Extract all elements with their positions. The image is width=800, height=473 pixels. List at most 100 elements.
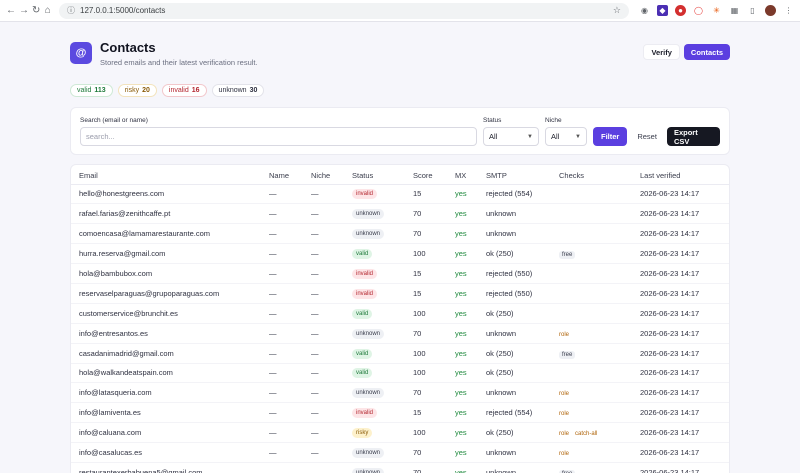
cell-email: info@latasqueria.com	[71, 382, 269, 404]
page-title: Contacts	[100, 40, 156, 55]
export-csv-button[interactable]: Export CSV	[666, 127, 720, 146]
table-row[interactable]: comoencasa@lamamarestaurante.com — — unknow…	[71, 223, 729, 245]
address-bar[interactable]: ⓘ 127.0.0.1:5000/contacts ☆	[59, 2, 629, 19]
table-body: hello@honestgreens.com — — invalid 15 yes reje…	[71, 184, 729, 473]
table-row[interactable]: casadanimadrid@gmail.com — — valid 100 yes ok …	[71, 343, 729, 364]
table-row[interactable]: info@lamiventa.es — — invalid 15 yes rejected …	[71, 402, 729, 424]
contacts-nav-button[interactable]: Contacts	[683, 44, 730, 60]
forward-icon[interactable]: →	[19, 3, 29, 19]
opera-icon[interactable]: ◯	[693, 5, 704, 16]
cell-name: —	[269, 203, 311, 225]
cell-mx: yes	[455, 303, 486, 324]
camera-icon[interactable]: ◉	[639, 5, 650, 16]
table-row[interactable]: hurra.reserva@gmail.com — — valid 100 yes ok (…	[71, 243, 729, 265]
cell-email: info@entresantos.es	[71, 323, 269, 344]
menu-icon[interactable]: ⋮	[783, 5, 794, 16]
cell-email: hola@walkandeatspain.com	[71, 363, 269, 384]
check-tag-role: role	[559, 331, 570, 338]
status-select[interactable]: All ▼	[483, 127, 539, 146]
filter-button[interactable]: Filter	[593, 127, 628, 146]
cell-niche: —	[311, 363, 352, 384]
url-text: 127.0.0.1:5000/contacts	[80, 6, 166, 15]
search-label: Search (email or name)	[80, 117, 148, 124]
cell-smtp: rejected (554)	[486, 402, 559, 424]
cell-niche: —	[311, 422, 352, 444]
table-row[interactable]: hola@bambubox.com — — invalid 15 yes rejected …	[71, 263, 729, 284]
cell-status: unknown	[352, 462, 413, 473]
status-badge: invalid	[352, 408, 378, 419]
cell-last-verified: 2026-06-23 14:17	[640, 462, 729, 473]
cell-smtp: rejected (550)	[486, 283, 559, 304]
cell-email: rafael.farias@zenithcaffe.pt	[71, 203, 269, 225]
cell-score: 15	[413, 263, 455, 284]
cell-smtp: rejected (550)	[486, 263, 559, 284]
back-icon[interactable]: ←	[6, 3, 16, 19]
cell-last-verified: 2026-06-23 14:17	[640, 283, 729, 304]
cell-name: —	[269, 402, 311, 424]
cell-mx: yes	[455, 462, 486, 473]
cell-mx: yes	[455, 343, 486, 364]
count-chip-invalid: invalid 16	[161, 84, 207, 97]
cell-niche: —	[311, 402, 352, 424]
cell-status: unknown	[352, 323, 413, 344]
cell-niche: —	[311, 243, 352, 265]
table-row[interactable]: info@casalucas.es — — unknown 70 yes unknown ro…	[71, 442, 729, 463]
cell-name: —	[269, 422, 311, 444]
table-row[interactable]: hola@walkandeatspain.com — — valid 100 yes ok …	[71, 363, 729, 384]
cell-smtp: unknown	[486, 223, 559, 245]
cell-name: —	[269, 223, 311, 245]
table-row[interactable]: info@entresantos.es — — unknown 70 yes unknown…	[71, 323, 729, 344]
cell-score: 15	[413, 184, 455, 205]
table-row[interactable]: hello@honestgreens.com — — invalid 15 yes reje…	[71, 184, 729, 205]
niche-select[interactable]: All ▼	[545, 127, 587, 146]
contacts-page: @ Contacts Stored emails and their lates…	[0, 41, 800, 473]
cell-score: 70	[413, 323, 455, 344]
home-icon[interactable]: ⌂	[44, 3, 53, 19]
status-counts: valid 113 risky 20 invalid 16 unknown 30	[70, 84, 730, 97]
page-subtitle: Stored emails and their latest verificat…	[100, 58, 258, 67]
cell-mx: yes	[455, 263, 486, 284]
status-select-value: All	[489, 132, 498, 141]
profile-avatar-icon[interactable]	[765, 5, 776, 16]
table-row[interactable]: reservaselparaguas@grupoparaguas.com — — in…	[71, 283, 729, 304]
extension-purple-icon[interactable]: ◆	[657, 5, 668, 16]
cell-name: —	[269, 243, 311, 265]
cell-email: casadanimadrid@gmail.com	[71, 343, 269, 364]
extension-red-icon[interactable]: ●	[675, 5, 686, 16]
cell-score: 15	[413, 402, 455, 424]
count-chip-valid: valid 113	[70, 84, 113, 97]
cell-smtp: unknown	[486, 442, 559, 463]
cell-score: 100	[413, 243, 455, 265]
cell-last-verified: 2026-06-23 14:17	[640, 184, 729, 205]
reset-button[interactable]: Reset	[631, 127, 663, 146]
cell-checks	[559, 203, 640, 225]
cell-niche: —	[311, 223, 352, 245]
cell-niche: —	[311, 462, 352, 473]
cell-mx: yes	[455, 223, 486, 245]
sidebar-icon[interactable]: ▯	[747, 5, 758, 16]
cell-checks: role	[559, 323, 640, 344]
cell-checks: role catch-all	[559, 422, 640, 444]
table-row[interactable]: customerservice@brunchit.es — — valid 100 yes…	[71, 303, 729, 324]
table-row[interactable]: info@latasqueria.com — — unknown 70 yes unknow…	[71, 382, 729, 404]
site-info-icon[interactable]: ⓘ	[67, 5, 75, 16]
cell-mx: yes	[455, 422, 486, 444]
cell-niche: —	[311, 263, 352, 284]
cell-score: 100	[413, 343, 455, 364]
bookmark-star-icon[interactable]: ☆	[613, 5, 621, 16]
cell-email: info@lamiventa.es	[71, 402, 269, 424]
status-badge: unknown	[352, 467, 385, 473]
check-tag-free: free	[559, 251, 576, 260]
cell-niche: —	[311, 303, 352, 324]
puzzle-icon[interactable]: ▦	[729, 5, 740, 16]
cell-name: —	[269, 283, 311, 304]
reload-icon[interactable]: ↻	[32, 3, 41, 19]
cell-name: —	[269, 343, 311, 364]
spark-icon[interactable]: ✳	[711, 5, 722, 16]
table-row[interactable]: restaurantexerbabuena5@gmail.com — — unknow…	[71, 462, 729, 473]
check-tag-role: role	[559, 451, 570, 458]
verify-nav-button[interactable]: Verify	[643, 44, 680, 60]
table-row[interactable]: info@caluana.com — — risky 100 yes ok (250) rol…	[71, 422, 729, 444]
search-input[interactable]	[80, 127, 477, 146]
table-row[interactable]: rafael.farias@zenithcaffe.pt — — unknown 70 y…	[71, 203, 729, 225]
